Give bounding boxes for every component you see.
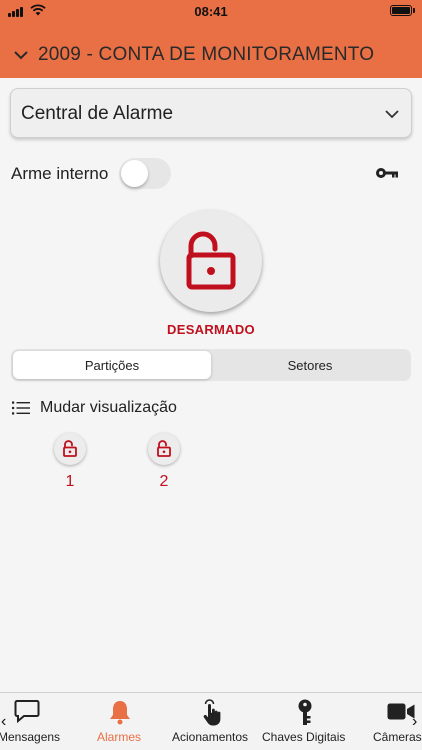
- toggle-knob: [121, 160, 148, 187]
- tabbar-scroll-right-icon[interactable]: ›: [412, 714, 417, 730]
- unlocked-padlock-icon: [186, 231, 236, 290]
- partition-button[interactable]: [54, 433, 86, 465]
- tab-setores[interactable]: Setores: [211, 351, 409, 379]
- tab-label: Chaves Digitais: [262, 730, 346, 744]
- partition-item[interactable]: 1: [54, 433, 86, 491]
- arm-disarm-button[interactable]: [160, 210, 262, 312]
- status-bar: 08:41: [0, 0, 422, 22]
- chat-bubble-icon: [14, 700, 40, 723]
- tab-chaves-digitais[interactable]: Chaves Digitais: [262, 693, 352, 750]
- arme-interno-toggle[interactable]: [119, 158, 171, 189]
- chevron-down-icon: [385, 110, 399, 119]
- top-bar: 08:41 2009 - CONTA DE MONITORAMENTO: [0, 0, 422, 78]
- tab-particoes[interactable]: Partições: [13, 351, 211, 379]
- device-select[interactable]: Central de Alarme: [10, 88, 412, 138]
- tab-label: Acionamentos: [172, 730, 249, 744]
- device-select-value: Central de Alarme: [21, 103, 174, 124]
- bell-icon: [110, 701, 130, 725]
- change-view-button[interactable]: Mudar visualização: [12, 399, 177, 417]
- touch-hand-icon: [203, 699, 221, 726]
- unlocked-padlock-icon: [63, 440, 77, 457]
- tab-alarmes[interactable]: Alarmes: [90, 693, 150, 750]
- alarm-status-text: DESARMADO: [167, 322, 255, 337]
- partition-number: 2: [159, 473, 169, 490]
- tab-label: Alarmes: [97, 730, 142, 744]
- arme-interno-label: Arme interno: [11, 164, 109, 183]
- battery-icon: [390, 5, 412, 16]
- battery-tip: [413, 8, 415, 13]
- unlocked-padlock-icon: [157, 440, 171, 457]
- key-icon: [298, 699, 312, 725]
- tab-label: Câmeras: [373, 730, 422, 744]
- view-segmented-control: Partições Setores: [11, 349, 411, 381]
- video-camera-icon: [387, 703, 415, 720]
- partition-item[interactable]: 2: [148, 433, 180, 491]
- account-title: 2009 - CONTA DE MONITORAMENTO: [38, 44, 375, 65]
- bottom-tab-bar: Mensagens Alarmes Acionamentos Chaves Di…: [0, 692, 422, 750]
- tabbar-scroll-left-icon[interactable]: ‹: [1, 714, 6, 730]
- account-title-row[interactable]: 2009 - CONTA DE MONITORAMENTO: [0, 42, 422, 68]
- change-view-label: Mudar visualização: [40, 399, 177, 416]
- partition-button[interactable]: [148, 433, 180, 465]
- list-icon: [12, 401, 30, 415]
- partition-number: 1: [65, 473, 75, 490]
- tab-acionamentos[interactable]: Acionamentos: [172, 693, 254, 750]
- tab-mensagens[interactable]: Mensagens: [0, 693, 62, 750]
- tab-label: Mensagens: [0, 730, 61, 744]
- app-screen: 08:41 2009 - CONTA DE MONITORAMENTO Cent…: [0, 0, 422, 750]
- key-icon[interactable]: [375, 165, 399, 181]
- status-time: 08:41: [194, 4, 228, 19]
- chevron-down-icon[interactable]: [12, 46, 30, 64]
